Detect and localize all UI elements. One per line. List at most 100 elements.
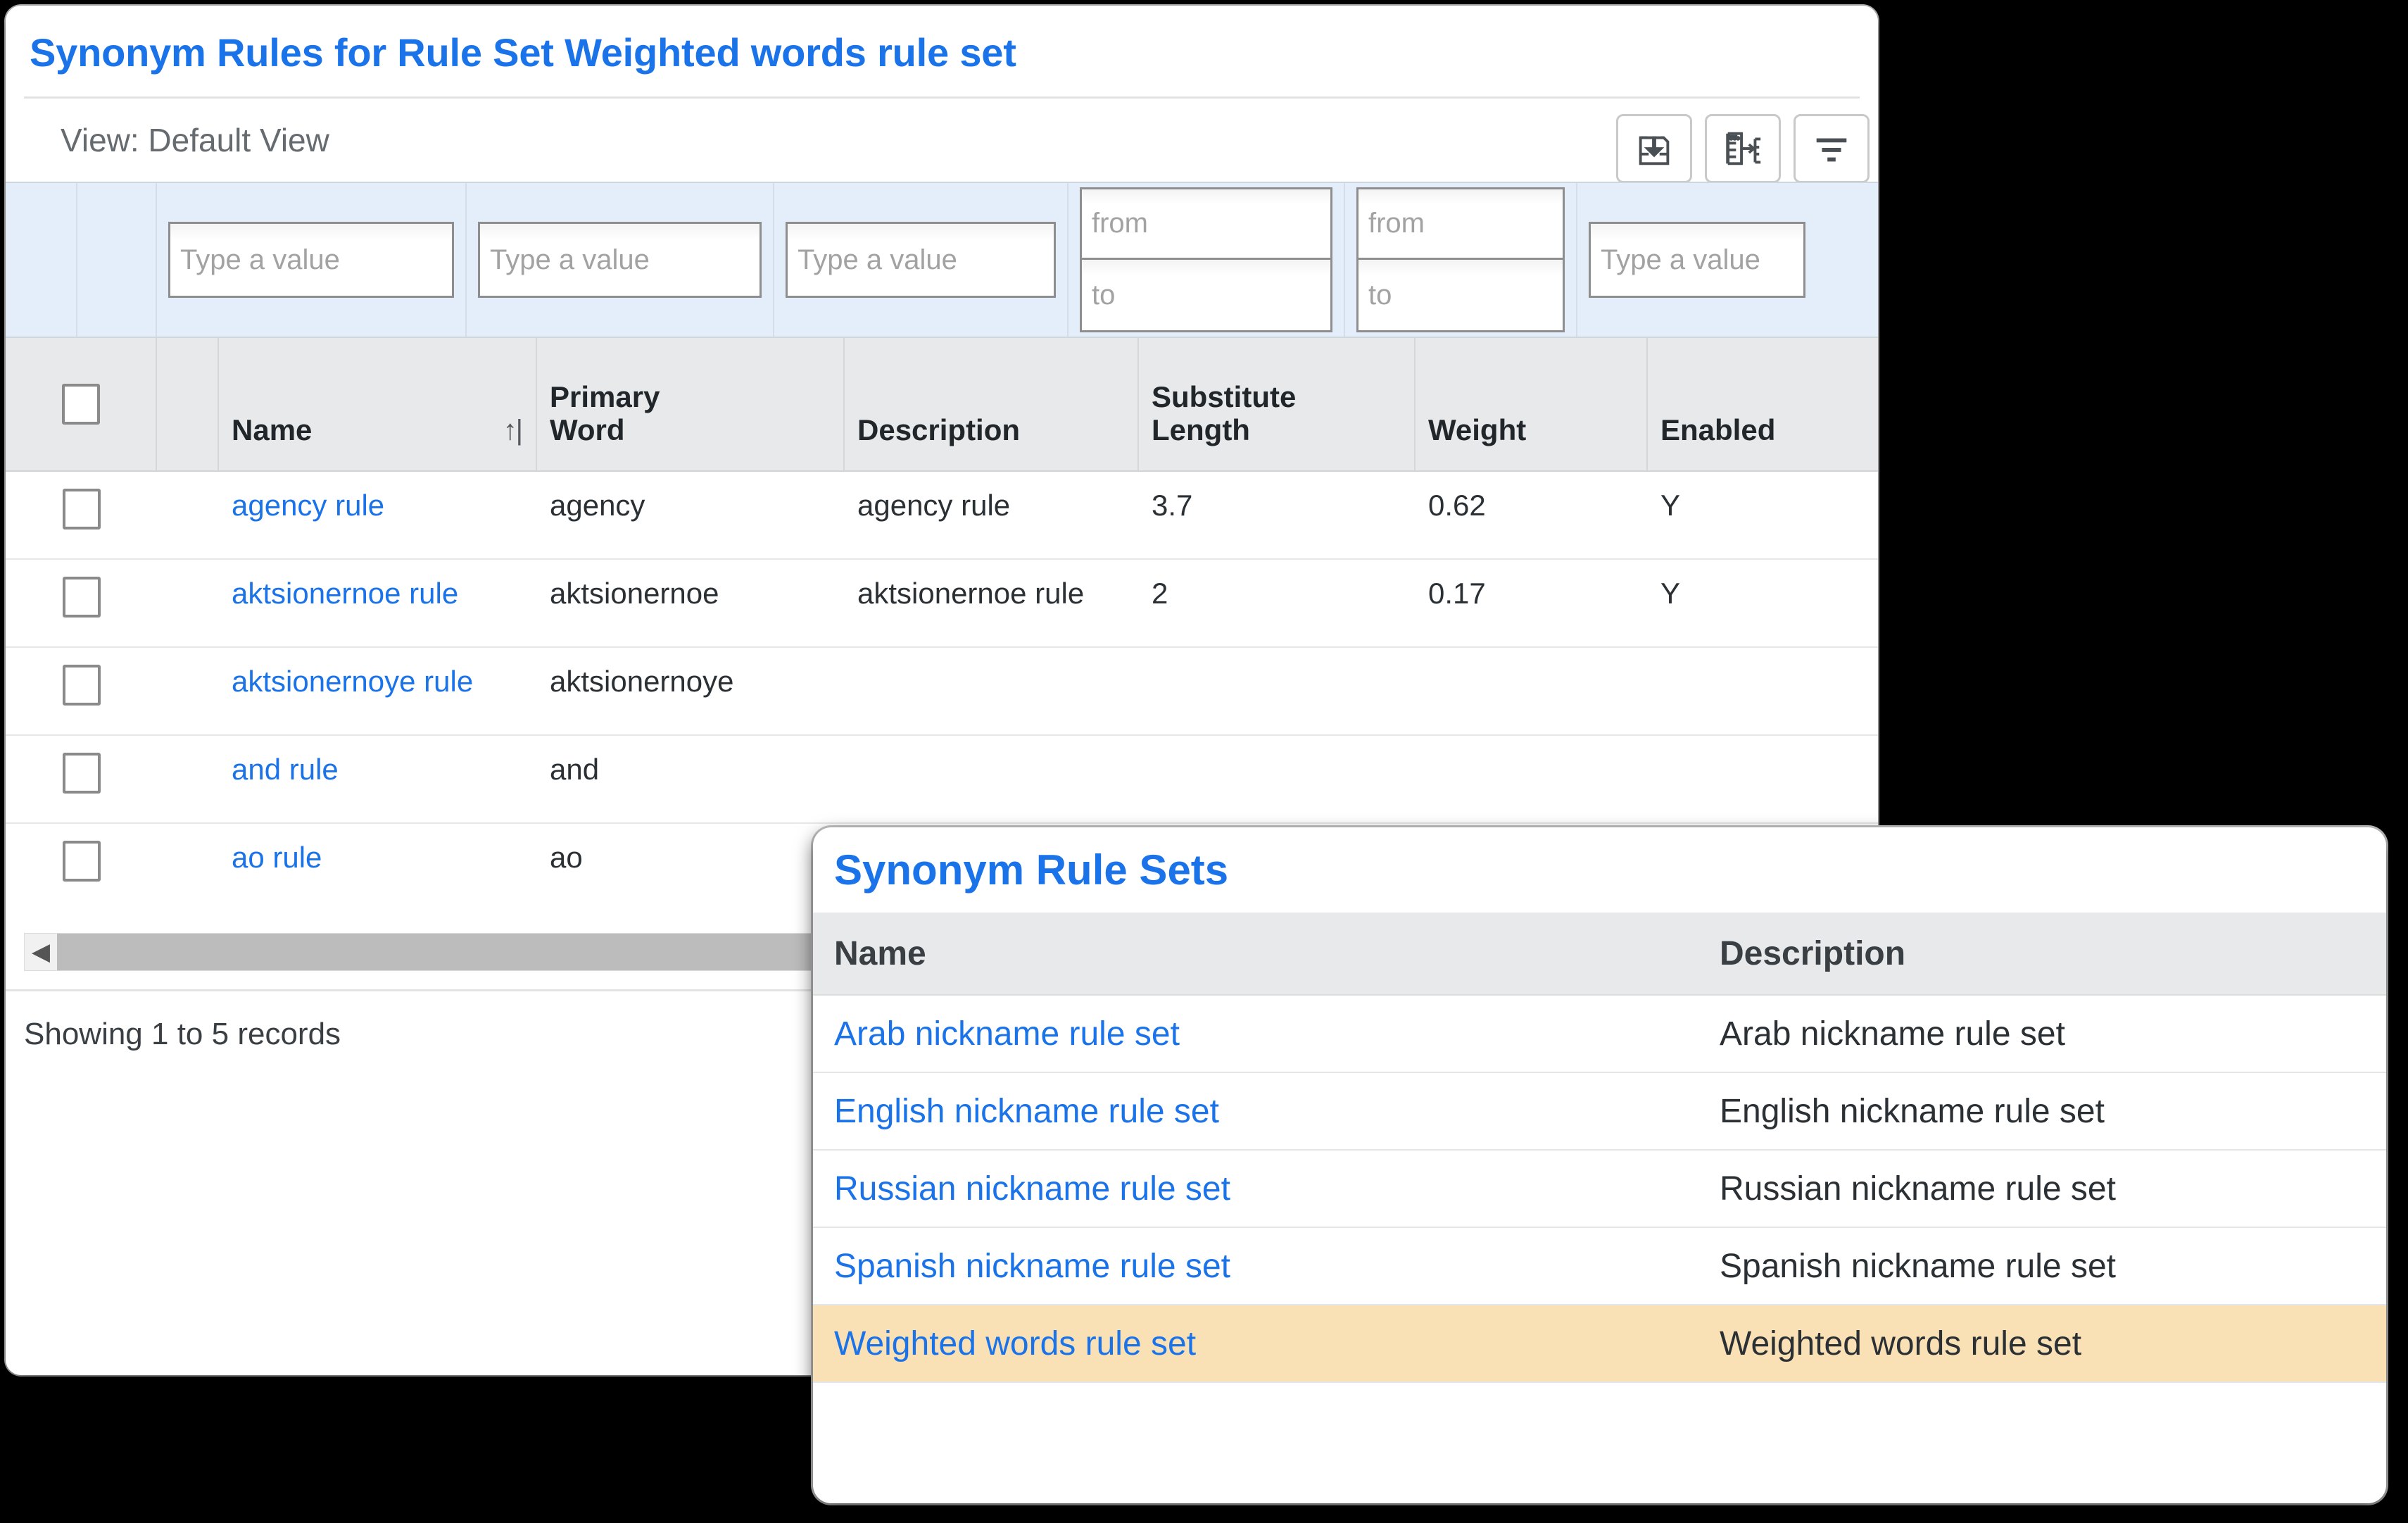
- rules-table: Name ↑| Primary Word Description Substit…: [6, 338, 1878, 912]
- cell-substitute-length: [1139, 736, 1416, 822]
- filter-input-weight-to[interactable]: to: [1356, 260, 1565, 332]
- rule-sets-row[interactable]: English nickname rule set English nickna…: [813, 1073, 2386, 1151]
- rule-sets-row[interactable]: Russian nickname rule set Russian nickna…: [813, 1151, 2386, 1228]
- row-select-cell: [6, 648, 157, 734]
- rule-sets-row[interactable]: Spanish nickname rule set Spanish nickna…: [813, 1228, 2386, 1305]
- column-header-weight-label: Weight: [1428, 413, 1527, 446]
- filter-input-description[interactable]: Type a value: [786, 222, 1056, 298]
- header-spacer: [157, 338, 219, 470]
- filter-cell-description: Type a value: [774, 183, 1069, 337]
- import-icon: [1632, 127, 1676, 170]
- filter-input-substitute-length-to[interactable]: to: [1080, 260, 1332, 332]
- cell-weight: 0.62: [1428, 489, 1486, 522]
- cell-substitute-length: 3.7: [1152, 489, 1193, 522]
- column-header-substitute-length[interactable]: Substitute Length: [1139, 338, 1416, 470]
- table-row[interactable]: agency rule agency agency rule 3.7 0.62 …: [6, 472, 1878, 560]
- cell-name[interactable]: and rule: [219, 736, 537, 822]
- row-select-cell: [6, 736, 157, 822]
- row-spacer: [157, 736, 219, 822]
- filter-range-substitute-length: from to: [1080, 187, 1332, 332]
- rule-sets-table: Name Description Arab nickname rule set …: [813, 913, 2386, 1383]
- cell-name[interactable]: agency rule: [219, 472, 537, 558]
- column-header-substitute-length-line2: Length: [1152, 413, 1250, 446]
- filter-cell-primary-word: Type a value: [467, 183, 774, 337]
- column-header-enabled[interactable]: Enabled: [1648, 338, 1878, 470]
- filter-cell-spacer: [77, 183, 157, 337]
- table-row[interactable]: aktsionernoe rule aktsionernoe aktsioner…: [6, 560, 1878, 648]
- cell-enabled: [1648, 648, 1878, 734]
- cell-substitute-length: 2: [1152, 577, 1168, 610]
- row-select-cell: [6, 472, 157, 558]
- row-checkbox[interactable]: [62, 489, 101, 529]
- column-header-name[interactable]: Name ↑|: [219, 338, 537, 470]
- filter-input-name[interactable]: Type a value: [168, 222, 454, 298]
- rule-set-description: Russian nickname rule set: [1720, 1170, 2116, 1208]
- cell-primary-word: agency: [550, 489, 645, 522]
- export-mapping-button[interactable]: [1705, 114, 1781, 183]
- cell-description: aktsionernoe rule: [857, 577, 1085, 610]
- rule-set-name-link[interactable]: Weighted words rule set: [813, 1324, 1707, 1363]
- column-header-name-label: Name: [232, 413, 313, 446]
- filter-icon: [1810, 127, 1853, 170]
- filter-input-substitute-length-from[interactable]: from: [1080, 187, 1332, 260]
- rule-sets-column-header-description[interactable]: Description: [1707, 934, 2386, 973]
- cell-name[interactable]: aktsionernoe rule: [219, 560, 537, 646]
- cell-enabled: Y: [1660, 489, 1681, 522]
- row-spacer: [157, 648, 219, 734]
- row-checkbox[interactable]: [62, 841, 101, 882]
- filter-row: Type a value Type a value Type a value f…: [6, 182, 1878, 338]
- scroll-left-arrow-icon[interactable]: ◀: [25, 934, 57, 970]
- rule-set-name-link[interactable]: Arab nickname rule set: [813, 1015, 1707, 1053]
- filter-button[interactable]: [1794, 114, 1870, 183]
- filter-range-weight: from to: [1356, 187, 1565, 332]
- filter-input-weight-from[interactable]: from: [1356, 187, 1565, 260]
- cell-enabled: Y: [1660, 577, 1681, 610]
- row-checkbox[interactable]: [62, 577, 101, 618]
- rule-set-name-link[interactable]: English nickname rule set: [813, 1092, 1707, 1131]
- row-spacer: [157, 560, 219, 646]
- cell-weight: [1416, 736, 1648, 822]
- filter-input-primary-word[interactable]: Type a value: [478, 222, 762, 298]
- column-header-primary-word[interactable]: Primary Word: [537, 338, 845, 470]
- cell-name[interactable]: ao rule: [219, 824, 537, 912]
- toolbar: [1616, 114, 1870, 183]
- column-header-description-label: Description: [857, 413, 1021, 446]
- rule-set-name-link[interactable]: Spanish nickname rule set: [813, 1247, 1707, 1286]
- column-header-description[interactable]: Description: [845, 338, 1139, 470]
- table-row[interactable]: and rule and: [6, 736, 1878, 824]
- view-label: View: Default View: [61, 122, 329, 158]
- rule-set-description: Spanish nickname rule set: [1720, 1247, 2116, 1285]
- rule-set-description: English nickname rule set: [1720, 1092, 2105, 1130]
- select-all-checkbox[interactable]: [61, 384, 100, 425]
- column-header-weight[interactable]: Weight: [1416, 338, 1648, 470]
- column-header-primary-word-line2: Word: [550, 413, 625, 446]
- cell-substitute-length: [1139, 648, 1416, 734]
- row-select-cell: [6, 560, 157, 646]
- row-checkbox[interactable]: [62, 753, 101, 794]
- cell-description: [845, 648, 1139, 734]
- filter-cell-checkbox: [6, 183, 77, 337]
- column-header-enabled-label: Enabled: [1660, 413, 1776, 446]
- filter-cell-substitute-length: from to: [1069, 183, 1345, 337]
- synonym-rule-sets-panel: Synonym Rule Sets Name Description Arab …: [813, 827, 2386, 1503]
- table-header-row: Name ↑| Primary Word Description Substit…: [6, 338, 1878, 472]
- sort-ascending-icon[interactable]: ↑|: [503, 415, 523, 446]
- view-bar: View: Default View: [6, 99, 1878, 183]
- rule-sets-header-row: Name Description: [813, 913, 2386, 996]
- table-row[interactable]: aktsionernoye rule aktsionernoye: [6, 648, 1878, 736]
- cell-description: [845, 736, 1139, 822]
- rule-sets-row[interactable]: Arab nickname rule set Arab nickname rul…: [813, 996, 2386, 1073]
- rule-sets-column-header-name[interactable]: Name: [813, 934, 1707, 973]
- import-button[interactable]: [1616, 114, 1692, 183]
- column-header-substitute-length-line1: Substitute: [1152, 380, 1297, 413]
- row-select-cell: [6, 824, 157, 912]
- cell-name[interactable]: aktsionernoye rule: [219, 648, 537, 734]
- filter-input-enabled[interactable]: Type a value: [1589, 222, 1805, 298]
- rule-set-name-link[interactable]: Russian nickname rule set: [813, 1170, 1707, 1208]
- row-checkbox[interactable]: [62, 665, 101, 706]
- cell-weight: 0.17: [1428, 577, 1486, 610]
- rule-set-description: Arab nickname rule set: [1720, 1015, 2065, 1053]
- page-title: Synonym Rules for Rule Set Weighted word…: [30, 30, 1016, 75]
- row-spacer: [157, 472, 219, 558]
- rule-sets-row-selected[interactable]: Weighted words rule set Weighted words r…: [813, 1305, 2386, 1383]
